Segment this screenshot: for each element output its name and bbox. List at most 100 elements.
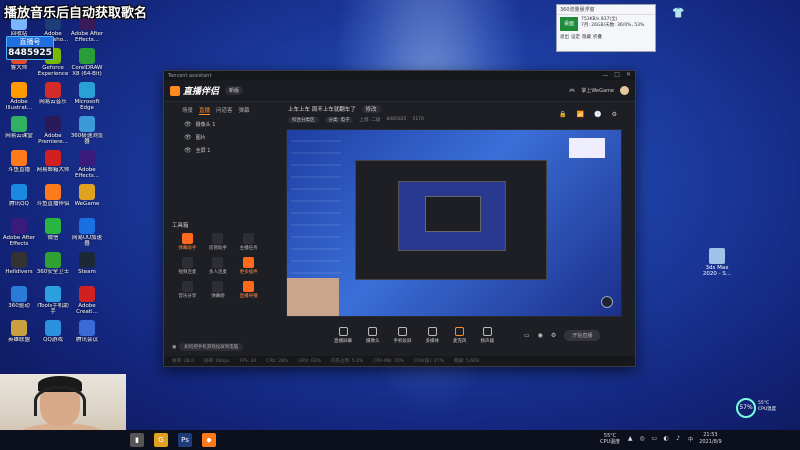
widget-exit-button[interactable]: 退出 bbox=[560, 34, 569, 40]
tool-button[interactable]: 多人连麦 bbox=[203, 257, 234, 275]
settings-icon[interactable]: ⚙ bbox=[551, 332, 556, 339]
header-tool-icon[interactable]: 📶 bbox=[577, 111, 584, 118]
control-icon bbox=[482, 327, 492, 336]
cpu-temp-gadget[interactable]: 57% 55°C CPU温度 bbox=[736, 398, 786, 418]
record-icon[interactable]: ▭ bbox=[524, 332, 530, 339]
desktop-icon[interactable]: 网易邮箱大师 bbox=[36, 150, 70, 173]
live-preview[interactable] bbox=[286, 129, 622, 317]
desktop-icon[interactable]: Adobe After Effects bbox=[2, 218, 36, 247]
desktop-icon[interactable]: 斗鱼直播 bbox=[2, 150, 36, 173]
tray-icon[interactable]: ♪ bbox=[674, 435, 682, 443]
desktop-icon[interactable]: 腾讯QQ bbox=[2, 184, 36, 207]
desktop-icon-3dsmax[interactable]: 3ds Max 2020 - S... bbox=[700, 248, 734, 277]
tab-3[interactable]: 弹幕 bbox=[239, 106, 250, 115]
tool-button[interactable]: 主播任务 bbox=[233, 233, 264, 251]
close-button[interactable]: ✕ bbox=[626, 71, 631, 80]
tool-button[interactable]: 房管助手 bbox=[203, 233, 234, 251]
desktop-icon[interactable]: 微信 bbox=[36, 218, 70, 241]
desktop-icon[interactable]: Adobe Illustrat... bbox=[2, 82, 36, 111]
source-control[interactable]: 多媒体 bbox=[426, 327, 439, 344]
taskbar-app-icon[interactable]: G bbox=[154, 433, 168, 447]
window-title: Tencent assistant bbox=[168, 72, 212, 79]
mobile-cast-help-link[interactable]: 如何把手机游戏投屏到电脑 bbox=[179, 343, 244, 351]
stream-meta-item[interactable]: 综合分类区 bbox=[288, 117, 319, 123]
eye-icon[interactable]: 👁 bbox=[184, 147, 192, 154]
status-item: CPU(核): 47% bbox=[413, 359, 445, 364]
tray-icon[interactable]: ◐ bbox=[662, 435, 670, 443]
app-header: 直播伴侣 新版 🎮 掌上WeGame bbox=[164, 80, 635, 102]
desktop-icon[interactable]: iTools手机助手 bbox=[36, 286, 70, 315]
desktop-icon[interactable]: Adobe Creati... bbox=[70, 286, 104, 315]
desktop-icon[interactable]: Adobe Premiere... bbox=[36, 116, 70, 145]
desktop-icon[interactable]: 斗鱼直播伴侣 bbox=[36, 184, 70, 207]
minimize-button[interactable]: 一 bbox=[602, 71, 608, 80]
tool-button[interactable]: 直播导播 bbox=[233, 281, 264, 299]
header-tool-icon[interactable]: ⚙ bbox=[612, 111, 617, 118]
network-monitor-widget[interactable]: 360流量悬浮窗 桌面 753KB/s 837(全) 7月: 26GB/天数: … bbox=[556, 4, 656, 52]
scene-item[interactable]: 👁 全屏 1 bbox=[176, 144, 276, 157]
desktop-icon[interactable]: QQ游戏 bbox=[36, 320, 70, 343]
desktop-icon[interactable]: WeGame bbox=[70, 184, 104, 207]
widget-settings-button[interactable]: 设定 bbox=[571, 34, 580, 40]
room-number-label: 直播号 bbox=[7, 37, 53, 47]
maximize-button[interactable]: □ bbox=[614, 71, 620, 80]
scene-item[interactable]: 👁 图片 bbox=[176, 131, 276, 144]
taskbar-app-icon[interactable]: ◆ bbox=[202, 433, 216, 447]
desktop-icon[interactable]: 网易UU加速器 bbox=[70, 218, 104, 247]
desktop-icon[interactable]: 网易云音乐 bbox=[36, 82, 70, 105]
source-control[interactable]: 麦克风 bbox=[453, 327, 467, 344]
tool-button[interactable]: 更多插件 bbox=[233, 257, 264, 275]
desktop-icon[interactable]: Steam bbox=[70, 252, 104, 275]
eye-icon[interactable]: 👁 bbox=[184, 134, 192, 141]
desktop-icon[interactable]: 腾讯会议 bbox=[70, 320, 104, 343]
source-control[interactable]: 手机投屏 bbox=[394, 327, 412, 344]
desktop-icon[interactable]: Adobe Effects... bbox=[70, 150, 104, 179]
desktop-icon[interactable]: 360极速浏览器 bbox=[70, 116, 104, 145]
tray-icon[interactable]: ◎ bbox=[638, 435, 646, 443]
desktop-icon[interactable]: 360安全卫士 bbox=[36, 252, 70, 275]
tool-button[interactable]: 弹幕姬 bbox=[203, 281, 234, 299]
taskbar-app-icon[interactable]: ▮ bbox=[130, 433, 144, 447]
tshirt-icon[interactable]: 👕 bbox=[672, 8, 684, 19]
gamepad-icon[interactable]: 🎮 bbox=[569, 88, 575, 94]
stream-meta-item[interactable]: 分类: 电子 bbox=[324, 117, 354, 123]
tray-icon[interactable]: ▲ bbox=[626, 435, 634, 443]
scene-item[interactable]: 👁 摄像头 1 bbox=[176, 118, 276, 131]
live-assistant-window: Tencent assistant 一 □ ✕ 直播伴侣 新版 🎮 掌上WeGa… bbox=[163, 70, 636, 367]
desktop-icon-label: 腾讯会议 bbox=[75, 337, 98, 343]
avatar[interactable] bbox=[620, 86, 629, 95]
tray-temp-label: CPU温度 bbox=[600, 439, 621, 445]
source-control[interactable]: 直播屏幕 bbox=[334, 327, 352, 344]
desktop-icon[interactable]: CorelDRAW X8 (64-Bit) bbox=[70, 48, 104, 77]
source-control[interactable]: 扬声器 bbox=[481, 327, 494, 344]
start-stream-button[interactable]: 开始直播 bbox=[564, 330, 601, 341]
widget-collapse-button[interactable]: 折叠 bbox=[593, 34, 602, 40]
desktop-icon[interactable]: 英雄联盟 bbox=[2, 320, 36, 343]
tab-0[interactable]: 场景 bbox=[182, 106, 193, 115]
header-tool-icon[interactable]: 🔒 bbox=[559, 111, 566, 118]
version-button[interactable]: 新版 bbox=[225, 86, 244, 95]
tab-2[interactable]: 问道客 bbox=[216, 106, 233, 115]
taskbar-app-icon[interactable]: Ps bbox=[178, 433, 192, 447]
camera-icon[interactable]: ◉ bbox=[538, 332, 543, 339]
user-name[interactable]: 掌上WeGame bbox=[581, 87, 614, 94]
eye-icon[interactable]: 👁 bbox=[184, 121, 192, 128]
tool-button[interactable]: 弹幕助手 bbox=[172, 233, 203, 251]
edit-title-button[interactable]: 修改 bbox=[361, 105, 381, 113]
preview-webcam bbox=[287, 278, 339, 316]
desktop-icon[interactable]: 网易云课堂 bbox=[2, 116, 36, 139]
clock[interactable]: 21:53 2021/8/9 bbox=[699, 432, 721, 446]
tray-icon[interactable]: ▭ bbox=[650, 435, 658, 443]
desktop-icon[interactable]: 360驱动 bbox=[2, 286, 36, 309]
widget-hide-button[interactable]: 隐藏 bbox=[582, 34, 591, 40]
tool-button[interactable]: 音乐分享 bbox=[172, 281, 203, 299]
desktop-icon[interactable]: Microsoft Edge bbox=[70, 82, 104, 111]
header-tool-icon[interactable]: 🕒 bbox=[594, 111, 601, 118]
desktop-icon-label: Adobe Effects... bbox=[75, 167, 99, 179]
desktop-icon[interactable]: Helldivers bbox=[2, 252, 36, 275]
ime-indicator[interactable]: 中 bbox=[688, 436, 693, 443]
tool-icon bbox=[181, 233, 193, 244]
tab-1[interactable]: 直播 bbox=[199, 106, 211, 115]
source-control[interactable]: 摄像头 bbox=[366, 327, 380, 344]
tool-button[interactable]: 视频连麦 bbox=[172, 257, 203, 275]
